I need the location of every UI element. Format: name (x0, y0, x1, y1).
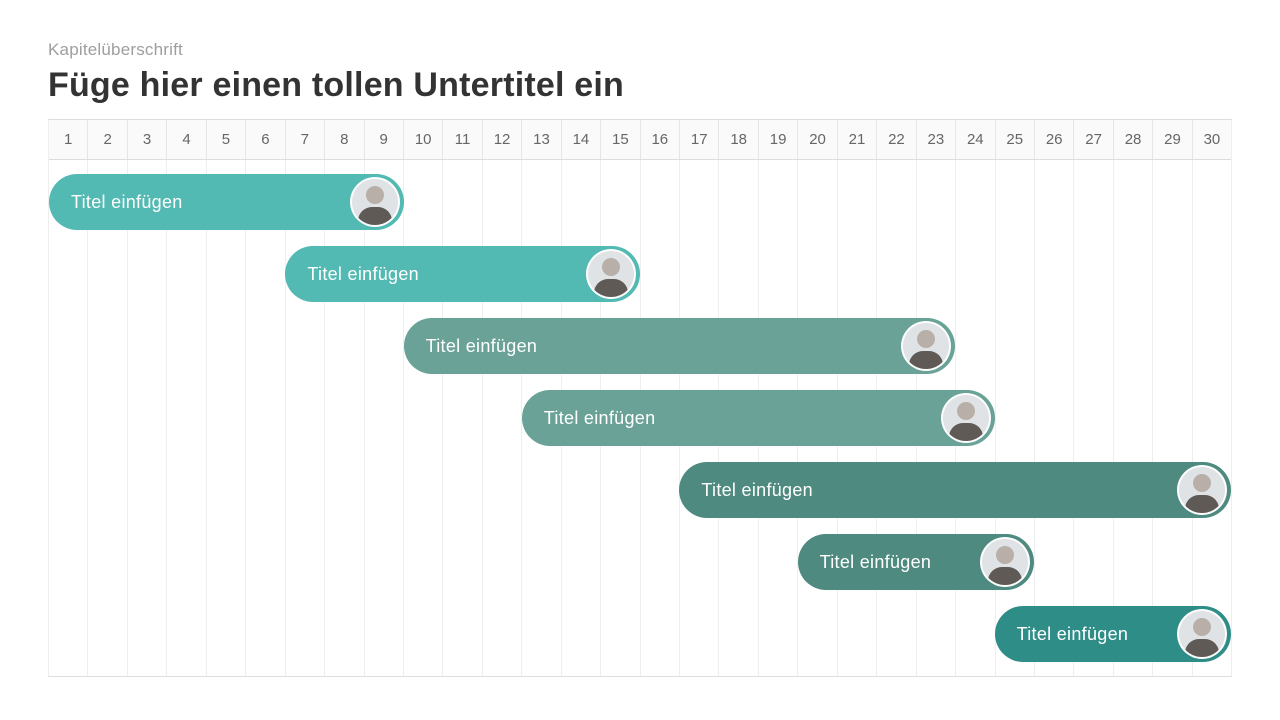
gantt-header-cell: 22 (877, 120, 916, 159)
gantt-chart: 1234567891011121314151617181920212223242… (48, 119, 1232, 677)
gantt-header-cell: 8 (325, 120, 364, 159)
gantt-bar-label: Titel einfügen (701, 480, 1177, 501)
gantt-header-cell: 5 (207, 120, 246, 159)
gantt-header-cell: 29 (1153, 120, 1192, 159)
gantt-header-cell: 26 (1035, 120, 1074, 159)
chapter-heading: Kapitelüberschrift (48, 40, 1232, 60)
gantt-bar-label: Titel einfügen (1017, 624, 1177, 645)
gantt-bar-label: Titel einfügen (820, 552, 980, 573)
gantt-bar-label: Titel einfügen (307, 264, 586, 285)
gantt-header-cell: 14 (562, 120, 601, 159)
gantt-header-cell: 16 (641, 120, 680, 159)
gantt-header-cell: 24 (956, 120, 995, 159)
gantt-header-cell: 12 (483, 120, 522, 159)
gantt-header-cell: 28 (1114, 120, 1153, 159)
gantt-header-cell: 23 (917, 120, 956, 159)
avatar (901, 321, 951, 371)
avatar (941, 393, 991, 443)
gantt-header-cell: 30 (1193, 120, 1231, 159)
gantt-header-cell: 18 (719, 120, 758, 159)
gantt-bar[interactable]: Titel einfügen (798, 534, 1034, 590)
gantt-bars: Titel einfügen Titel einfügen Titel einfüg… (49, 160, 1231, 676)
gantt-bar[interactable]: Titel einfügen (285, 246, 640, 302)
gantt-header-cell: 1 (49, 120, 88, 159)
avatar (980, 537, 1030, 587)
gantt-header-cell: 21 (838, 120, 877, 159)
gantt-header-cell: 20 (798, 120, 837, 159)
gantt-header-cell: 15 (601, 120, 640, 159)
gantt-bar[interactable]: Titel einfügen (49, 174, 404, 230)
gantt-header-cell: 19 (759, 120, 798, 159)
gantt-header-cell: 6 (246, 120, 285, 159)
gantt-bar[interactable]: Titel einfügen (404, 318, 956, 374)
gantt-bar-label: Titel einfügen (544, 408, 941, 429)
gantt-header-cell: 2 (88, 120, 127, 159)
gantt-header-cell: 25 (996, 120, 1035, 159)
gantt-header-cell: 7 (286, 120, 325, 159)
gantt-bar[interactable]: Titel einfügen (679, 462, 1231, 518)
avatar (1177, 609, 1227, 659)
gantt-bar[interactable]: Titel einfügen (995, 606, 1231, 662)
gantt-header-cell: 13 (522, 120, 561, 159)
gantt-header-cell: 9 (365, 120, 404, 159)
gantt-bar-label: Titel einfügen (71, 192, 350, 213)
gantt-header-cell: 3 (128, 120, 167, 159)
avatar (586, 249, 636, 299)
avatar (350, 177, 400, 227)
gantt-bar-label: Titel einfügen (426, 336, 902, 357)
gantt-header-cell: 11 (443, 120, 482, 159)
gantt-header-row: 1234567891011121314151617181920212223242… (49, 120, 1231, 160)
gantt-header-cell: 10 (404, 120, 443, 159)
gantt-header-cell: 27 (1074, 120, 1113, 159)
gantt-bar[interactable]: Titel einfügen (522, 390, 995, 446)
page-title: Füge hier einen tollen Untertitel ein (48, 66, 1232, 105)
gantt-header-cell: 4 (167, 120, 206, 159)
avatar (1177, 465, 1227, 515)
gantt-header-cell: 17 (680, 120, 719, 159)
